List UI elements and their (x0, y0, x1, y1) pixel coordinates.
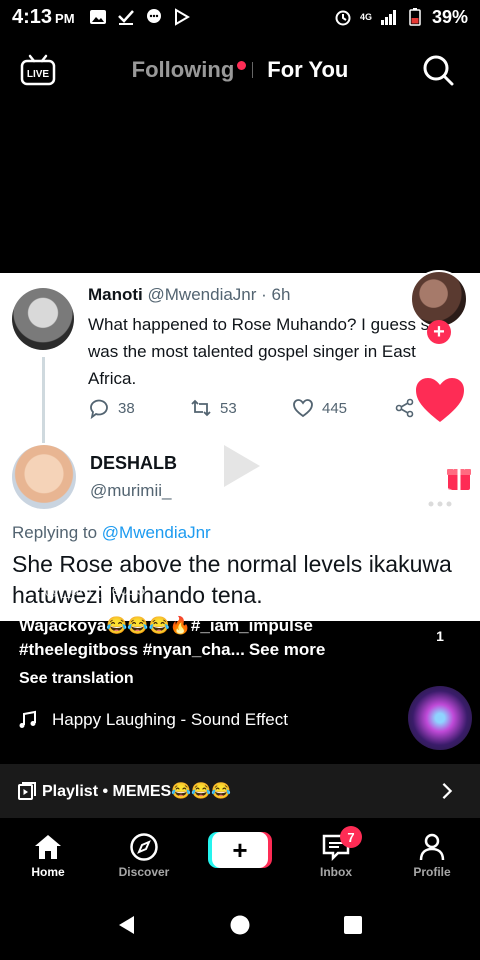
back-icon[interactable] (116, 914, 138, 936)
live-icon[interactable]: LIVE (20, 52, 56, 88)
notification-icons (89, 8, 191, 26)
battery-icon (409, 8, 421, 26)
nav-create[interactable]: + (192, 818, 288, 890)
tweet1-name: Manoti (88, 285, 143, 304)
tweet2-name: DESHALB (90, 453, 178, 473)
svg-text:LIVE: LIVE (27, 69, 50, 80)
retweet-icon (191, 399, 211, 417)
tweet1-handle-time: @MwendiaJnr · 6h (147, 285, 291, 304)
tweet2-text: She Rose above the normal levels ikakuwa… (12, 551, 452, 608)
inbox-badge: 7 (340, 826, 362, 848)
playlist-icon (18, 782, 36, 800)
top-nav: LIVE Following For You (0, 48, 480, 92)
nav-discover[interactable]: Discover (96, 818, 192, 890)
chevron-right-icon (442, 783, 453, 799)
tweet-share-icon (395, 398, 414, 418)
nav-home[interactable]: Home (0, 818, 96, 890)
music-title: Happy Laughing - Sound Effect (52, 710, 288, 729)
home-circle-icon[interactable] (229, 914, 251, 936)
status-time: 4:13 PM (12, 5, 75, 28)
comment-count: 0 (436, 532, 444, 547)
comment-icon[interactable] (416, 484, 464, 526)
heart-outline-icon (293, 399, 313, 418)
status-bar: 4:13 PM 4G 39% (0, 0, 480, 34)
share-count: 1 (436, 628, 444, 644)
thread-line (42, 357, 45, 443)
recents-icon[interactable] (342, 914, 364, 936)
profile-icon (419, 833, 445, 861)
video-player[interactable]: Manoti @MwendiaJnr · 6h What happened to… (0, 273, 480, 621)
playlist-label: Playlist • MEMES😂😂😂 (42, 783, 231, 800)
signal-icon (380, 10, 396, 25)
see-translation-link[interactable]: See translation (19, 670, 134, 688)
nav-profile[interactable]: Profile (384, 818, 480, 890)
video-watermark: @i_am_lee015 (44, 582, 146, 599)
network-type: 4G (359, 12, 372, 22)
play-icon (224, 445, 260, 487)
create-button[interactable]: + (212, 832, 268, 868)
download-done-icon (117, 10, 134, 25)
tab-separator (252, 62, 254, 78)
system-nav-bar (0, 890, 480, 960)
chat-bubble-icon (146, 9, 161, 23)
playlist-bar[interactable]: Playlist • MEMES😂😂😂 (0, 764, 480, 818)
tweet2-replying-to: Replying to @MwendiaJnr (12, 523, 211, 542)
video-caption: Wajackoya😂😂😂🔥#_iam_impulse #theelegitbos… (19, 612, 399, 664)
battery-percent: 39% (431, 6, 468, 27)
nav-inbox[interactable]: Inbox 7 (288, 818, 384, 890)
home-icon (35, 835, 61, 859)
caption-line-1: Wajackoya😂😂😂🔥#_iam_impulse (19, 616, 313, 635)
music-note-icon (19, 710, 36, 728)
alarm-icon (335, 10, 351, 26)
tweet1-replies: 38 (88, 397, 190, 419)
play-store-icon (174, 8, 190, 26)
tweet2-handle: @murimii_ (90, 481, 172, 500)
like-heart-icon[interactable] (414, 376, 466, 424)
like-count: 25 (432, 428, 448, 443)
tweet2-avatar (12, 445, 76, 509)
tweet1-text: What happened to Rose Muhando? I guess s… (88, 315, 449, 388)
bottom-nav: Home Discover + Inbox 7 Profile (0, 818, 480, 890)
follow-plus-button[interactable]: + (427, 320, 451, 344)
tweet1-header: Manoti @MwendiaJnr · 6h (88, 285, 290, 305)
gallery-icon (89, 10, 106, 24)
tweet1-avatar (12, 288, 74, 350)
status-right: 4G 39% (334, 7, 468, 28)
music-row[interactable]: Happy Laughing - Sound Effect (18, 710, 288, 730)
tab-for-you[interactable]: For You (267, 57, 348, 83)
tweet1-retweets: 53 (190, 397, 292, 419)
reply-icon (90, 399, 108, 419)
caption-line-2: #theelegitboss #nyan_cha... See more (19, 636, 399, 664)
music-disc[interactable] (408, 686, 472, 750)
tab-following[interactable]: Following (132, 57, 247, 83)
search-icon[interactable] (422, 54, 454, 86)
tweet1-likes: 445 (292, 397, 394, 419)
caption-hashtags[interactable]: #theelegitboss #nyan_cha... (19, 640, 245, 659)
share-arrow-icon[interactable] (416, 580, 464, 622)
following-dot (237, 61, 247, 70)
plus-icon: + (232, 834, 248, 865)
compass-icon (130, 833, 158, 861)
see-more-link[interactable]: See more (249, 640, 326, 659)
